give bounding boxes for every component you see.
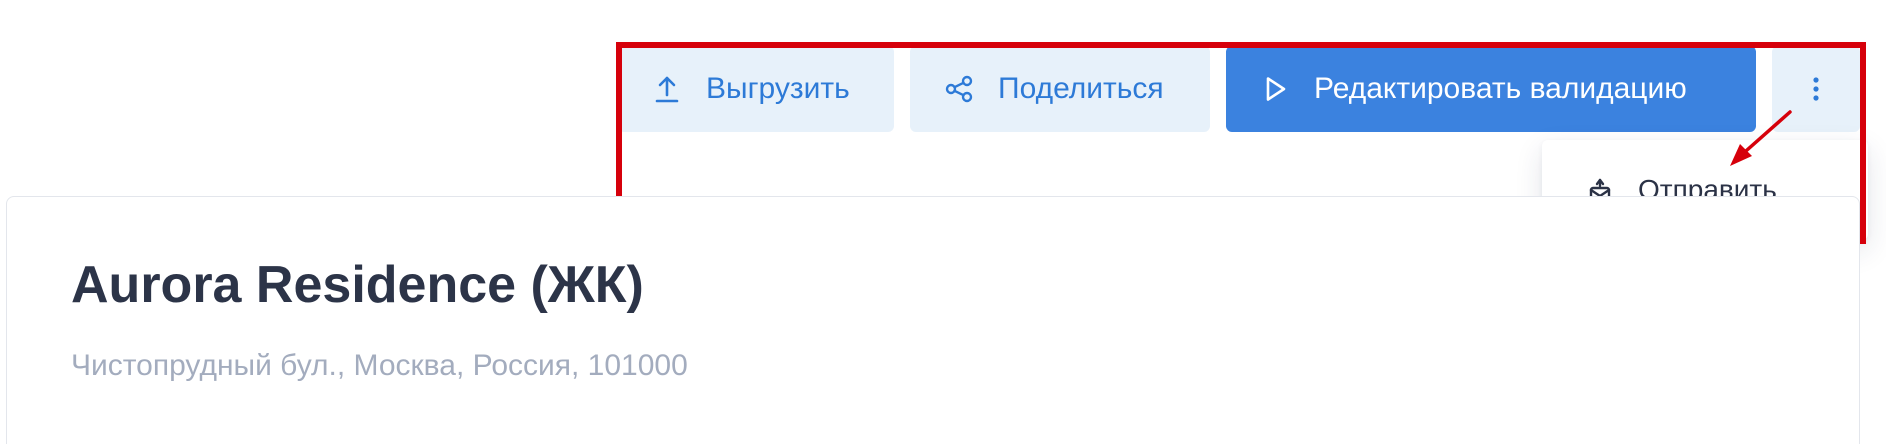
export-button[interactable]: Выгрузить (618, 46, 894, 132)
play-icon (1260, 74, 1290, 104)
edit-validation-button-label: Редактировать валидацию (1314, 72, 1687, 105)
more-vertical-icon (1801, 74, 1831, 104)
property-title: Aurora Residence (ЖК) (71, 256, 644, 314)
upload-icon (652, 74, 682, 104)
export-button-label: Выгрузить (706, 72, 850, 105)
share-button-label: Поделиться (998, 72, 1164, 105)
property-address: Чистопрудный бул., Москва, Россия, 10100… (71, 349, 688, 382)
more-options-button[interactable] (1772, 46, 1860, 132)
page: Выгрузить Поделиться Редактировать валид… (0, 0, 1886, 444)
edit-validation-button[interactable]: Редактировать валидацию (1226, 46, 1756, 132)
share-icon (944, 74, 974, 104)
property-card: Aurora Residence (ЖК) Чистопрудный бул.,… (6, 196, 1860, 444)
share-button[interactable]: Поделиться (910, 46, 1210, 132)
